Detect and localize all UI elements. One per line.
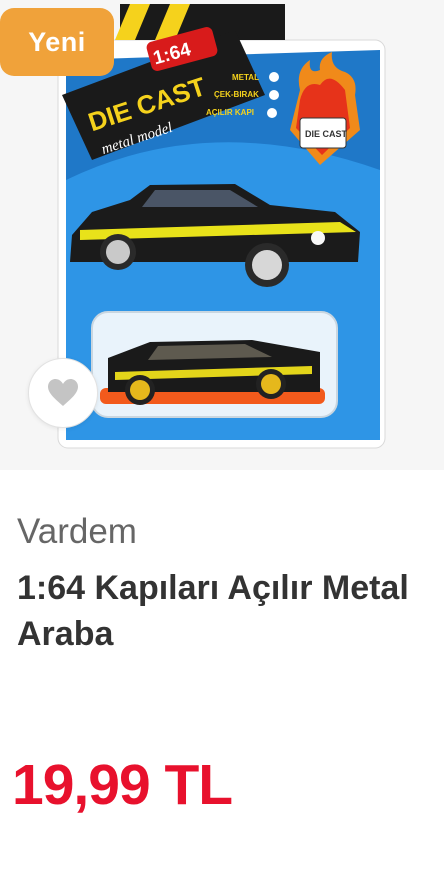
feature-1: METAL — [232, 73, 259, 82]
product-title[interactable]: 1:64 Kapıları Açılır Metal Araba — [17, 565, 417, 657]
feature-2: ÇEK-BIRAK — [214, 90, 259, 99]
favorite-button[interactable] — [28, 358, 98, 428]
product-image[interactable]: DIE CAST metal model 1:64 METAL ÇEK-BIRA… — [0, 0, 444, 470]
feature-3: AÇILIR KAPI — [206, 108, 254, 117]
car-model-icon — [100, 340, 325, 405]
product-card[interactable]: DIE CAST metal model 1:64 METAL ÇEK-BIRA… — [0, 0, 444, 891]
heart-icon — [48, 379, 78, 406]
product-price: 19,99 TL — [12, 753, 233, 817]
new-badge: Yeni — [0, 8, 114, 76]
emblem-text: DIE CAST — [305, 129, 348, 139]
product-brand: Vardem — [17, 512, 137, 551]
